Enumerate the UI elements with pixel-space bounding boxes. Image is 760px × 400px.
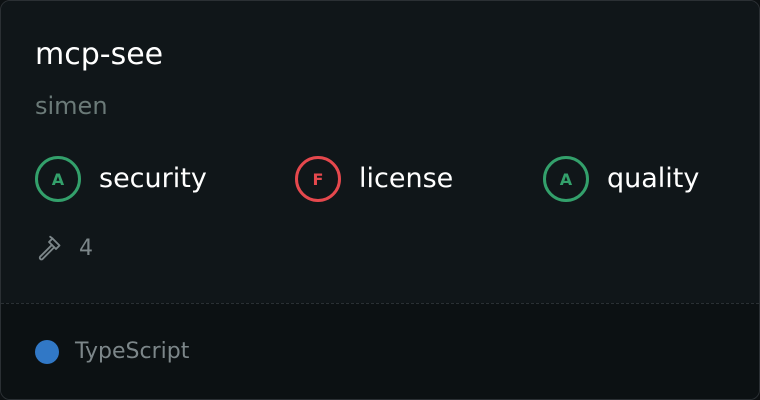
- tools-count: 4: [35, 233, 93, 265]
- tools-count-value: 4: [79, 236, 93, 261]
- grade-label: license: [359, 163, 454, 194]
- server-card[interactable]: mcp-see simen A security F license A qua…: [0, 0, 760, 400]
- grade-label: security: [99, 163, 207, 194]
- grade-badge: A: [543, 156, 589, 202]
- grade-quality: A quality: [543, 156, 700, 202]
- language-name: TypeScript: [75, 339, 190, 364]
- grade-badge: F: [295, 156, 341, 202]
- language-color-dot: [35, 340, 59, 364]
- hammer-icon: [38, 235, 61, 261]
- grade-badge: A: [35, 156, 81, 202]
- language: TypeScript: [35, 337, 189, 367]
- grade-security: A security: [35, 156, 207, 202]
- server-name[interactable]: mcp-see: [35, 35, 163, 75]
- server-owner: simen: [35, 92, 108, 120]
- grade-license: F license: [295, 156, 454, 202]
- grade-label: quality: [607, 163, 700, 194]
